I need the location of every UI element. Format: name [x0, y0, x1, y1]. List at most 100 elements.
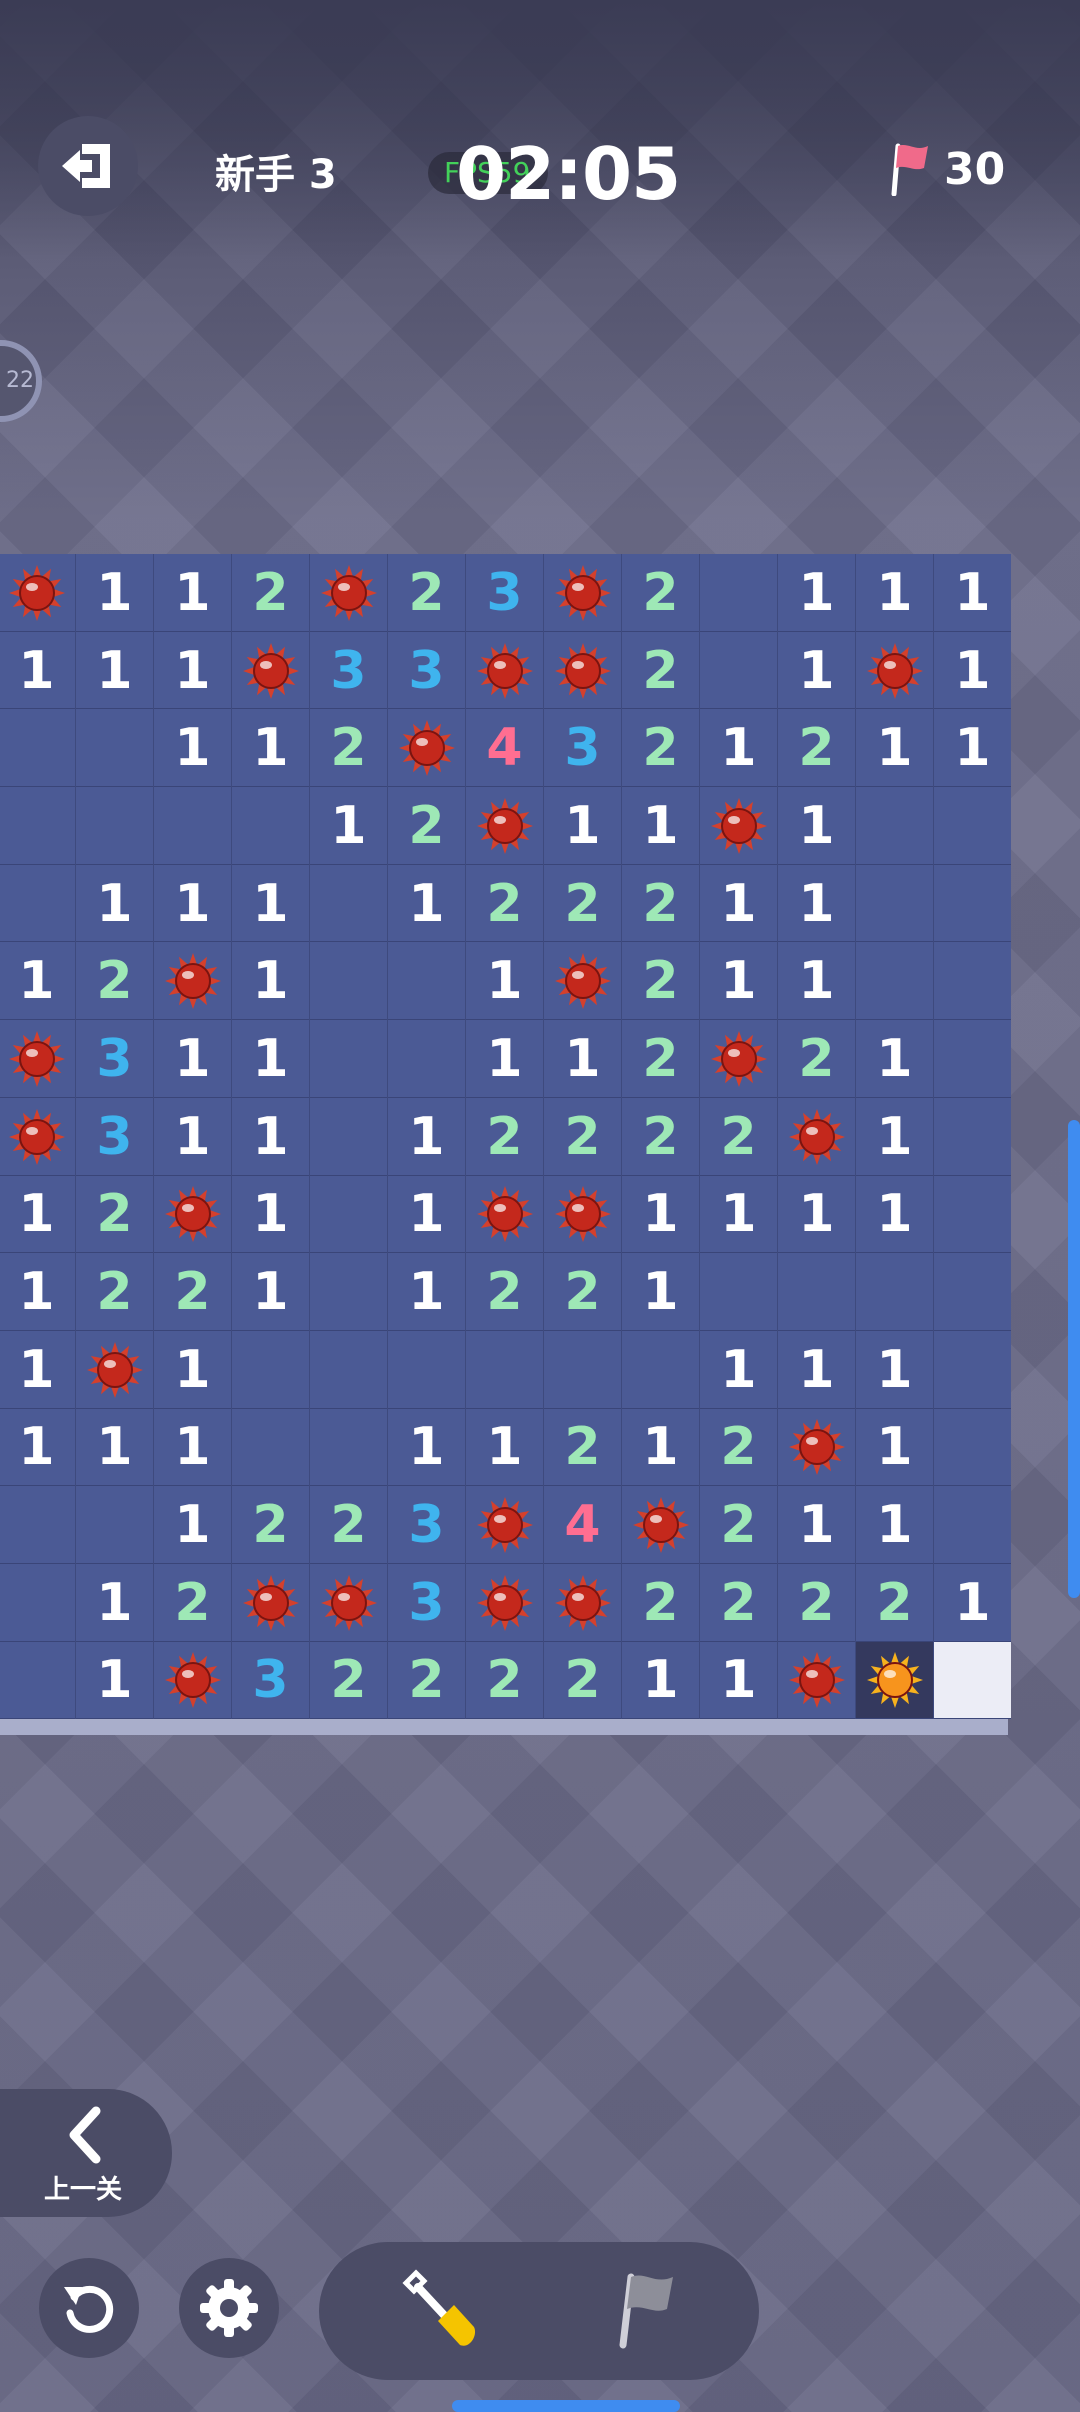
- cell-empty[interactable]: [856, 942, 933, 1021]
- cell-mine[interactable]: [778, 1408, 855, 1487]
- cell-number[interactable]: 1: [856, 709, 933, 788]
- cell-mine[interactable]: [778, 1641, 855, 1720]
- cell-number[interactable]: 2: [856, 1563, 933, 1642]
- cell-number[interactable]: 3: [466, 554, 543, 632]
- cell-number[interactable]: 2: [778, 1563, 855, 1642]
- cell-empty[interactable]: [232, 1408, 309, 1487]
- cell-mine[interactable]: [700, 787, 777, 865]
- cell-number[interactable]: 2: [76, 1175, 153, 1254]
- cell-empty[interactable]: [856, 1253, 933, 1331]
- cell-number[interactable]: 3: [232, 1641, 309, 1720]
- cell-number[interactable]: 1: [856, 1330, 933, 1409]
- cell-empty[interactable]: [466, 1330, 543, 1409]
- cell-empty[interactable]: [856, 787, 933, 865]
- cell-number[interactable]: 1: [466, 1020, 543, 1098]
- cell-empty[interactable]: [700, 1253, 777, 1331]
- cell-number[interactable]: 2: [76, 1253, 153, 1331]
- cell-number[interactable]: 2: [700, 1486, 777, 1564]
- cell-mine[interactable]: [544, 1563, 621, 1642]
- cell-empty[interactable]: [76, 1486, 153, 1564]
- cell-number[interactable]: 2: [232, 554, 309, 632]
- cell-number[interactable]: 1: [700, 1641, 777, 1720]
- cell-number[interactable]: 1: [778, 864, 855, 943]
- cell-number[interactable]: 1: [544, 787, 621, 865]
- cell-number[interactable]: 1: [622, 1253, 699, 1331]
- cell-empty[interactable]: [934, 1253, 1011, 1331]
- cell-number[interactable]: 1: [310, 787, 387, 865]
- cell-number[interactable]: 1: [388, 864, 465, 943]
- cell-number[interactable]: 1: [0, 631, 75, 710]
- cell-empty[interactable]: [310, 1253, 387, 1331]
- cell-number[interactable]: 2: [76, 942, 153, 1021]
- cell-mine[interactable]: [778, 1097, 855, 1176]
- cell-empty[interactable]: [76, 787, 153, 865]
- cell-number[interactable]: 1: [76, 864, 153, 943]
- cell-mine[interactable]: [0, 1020, 75, 1098]
- cell-empty[interactable]: [856, 864, 933, 943]
- cell-empty[interactable]: [700, 554, 777, 632]
- cell-number[interactable]: 1: [622, 1175, 699, 1254]
- cell-number[interactable]: 1: [76, 1408, 153, 1487]
- cell-number[interactable]: 2: [388, 787, 465, 865]
- cell-number[interactable]: 3: [388, 1563, 465, 1642]
- cell-mine[interactable]: [466, 631, 543, 710]
- cell-empty[interactable]: [934, 864, 1011, 943]
- cell-empty[interactable]: [544, 1330, 621, 1409]
- cell-mine[interactable]: [466, 787, 543, 865]
- cell-number[interactable]: 3: [544, 709, 621, 788]
- cell-empty[interactable]: [0, 1486, 75, 1564]
- cell-number[interactable]: 2: [544, 1097, 621, 1176]
- cell-number[interactable]: 1: [232, 864, 309, 943]
- cell-empty[interactable]: [934, 1330, 1011, 1409]
- cell-number[interactable]: 1: [778, 1175, 855, 1254]
- cell-empty[interactable]: [0, 1641, 75, 1720]
- cell-number[interactable]: 2: [700, 1097, 777, 1176]
- cell-number[interactable]: 1: [544, 1020, 621, 1098]
- cell-mine[interactable]: [154, 942, 231, 1021]
- cell-number[interactable]: 1: [934, 554, 1011, 632]
- cell-empty[interactable]: [310, 1330, 387, 1409]
- cell-number[interactable]: 1: [856, 1175, 933, 1254]
- cell-number[interactable]: 2: [622, 709, 699, 788]
- cell-number[interactable]: 2: [700, 1408, 777, 1487]
- cell-number[interactable]: 2: [388, 1641, 465, 1720]
- cell-empty[interactable]: [934, 942, 1011, 1021]
- cell-number[interactable]: 1: [388, 1408, 465, 1487]
- cell-number[interactable]: 1: [700, 709, 777, 788]
- cell-number[interactable]: 1: [388, 1175, 465, 1254]
- flag-mode-button[interactable]: [581, 2256, 711, 2366]
- cell-number[interactable]: 2: [544, 864, 621, 943]
- cell-number[interactable]: 1: [232, 1175, 309, 1254]
- cell-empty[interactable]: [934, 1175, 1011, 1254]
- cell-mine[interactable]: [154, 1175, 231, 1254]
- cell-number[interactable]: 2: [232, 1486, 309, 1564]
- cell-number[interactable]: 2: [778, 1020, 855, 1098]
- cell-number[interactable]: 1: [466, 1408, 543, 1487]
- cell-number[interactable]: 1: [154, 1020, 231, 1098]
- restart-button[interactable]: [39, 2258, 139, 2358]
- cell-number[interactable]: 2: [544, 1253, 621, 1331]
- cell-empty[interactable]: [934, 1097, 1011, 1176]
- cell-number[interactable]: 2: [622, 864, 699, 943]
- cell-number[interactable]: 3: [310, 631, 387, 710]
- cell-mine[interactable]: [0, 554, 75, 632]
- cell-number[interactable]: 1: [0, 942, 75, 1021]
- cell-number[interactable]: 2: [388, 554, 465, 632]
- cell-mine[interactable]: [544, 554, 621, 632]
- cell-number[interactable]: 1: [76, 631, 153, 710]
- cell-number[interactable]: 1: [934, 631, 1011, 710]
- cell-number[interactable]: 1: [154, 1330, 231, 1409]
- cell-empty[interactable]: [934, 1408, 1011, 1487]
- cell-number[interactable]: 1: [856, 1408, 933, 1487]
- dig-mode-button[interactable]: [375, 2256, 505, 2366]
- cell-empty[interactable]: [934, 1020, 1011, 1098]
- cell-number[interactable]: 1: [232, 1020, 309, 1098]
- vertical-scrollbar[interactable]: [1068, 1120, 1080, 1598]
- cell-number[interactable]: 1: [700, 942, 777, 1021]
- cell-number[interactable]: 2: [310, 1641, 387, 1720]
- cell-number[interactable]: 1: [154, 709, 231, 788]
- cell-number[interactable]: 4: [544, 1486, 621, 1564]
- cell-number[interactable]: 1: [700, 864, 777, 943]
- cell-mine[interactable]: [856, 631, 933, 710]
- cell-mine[interactable]: [388, 709, 465, 788]
